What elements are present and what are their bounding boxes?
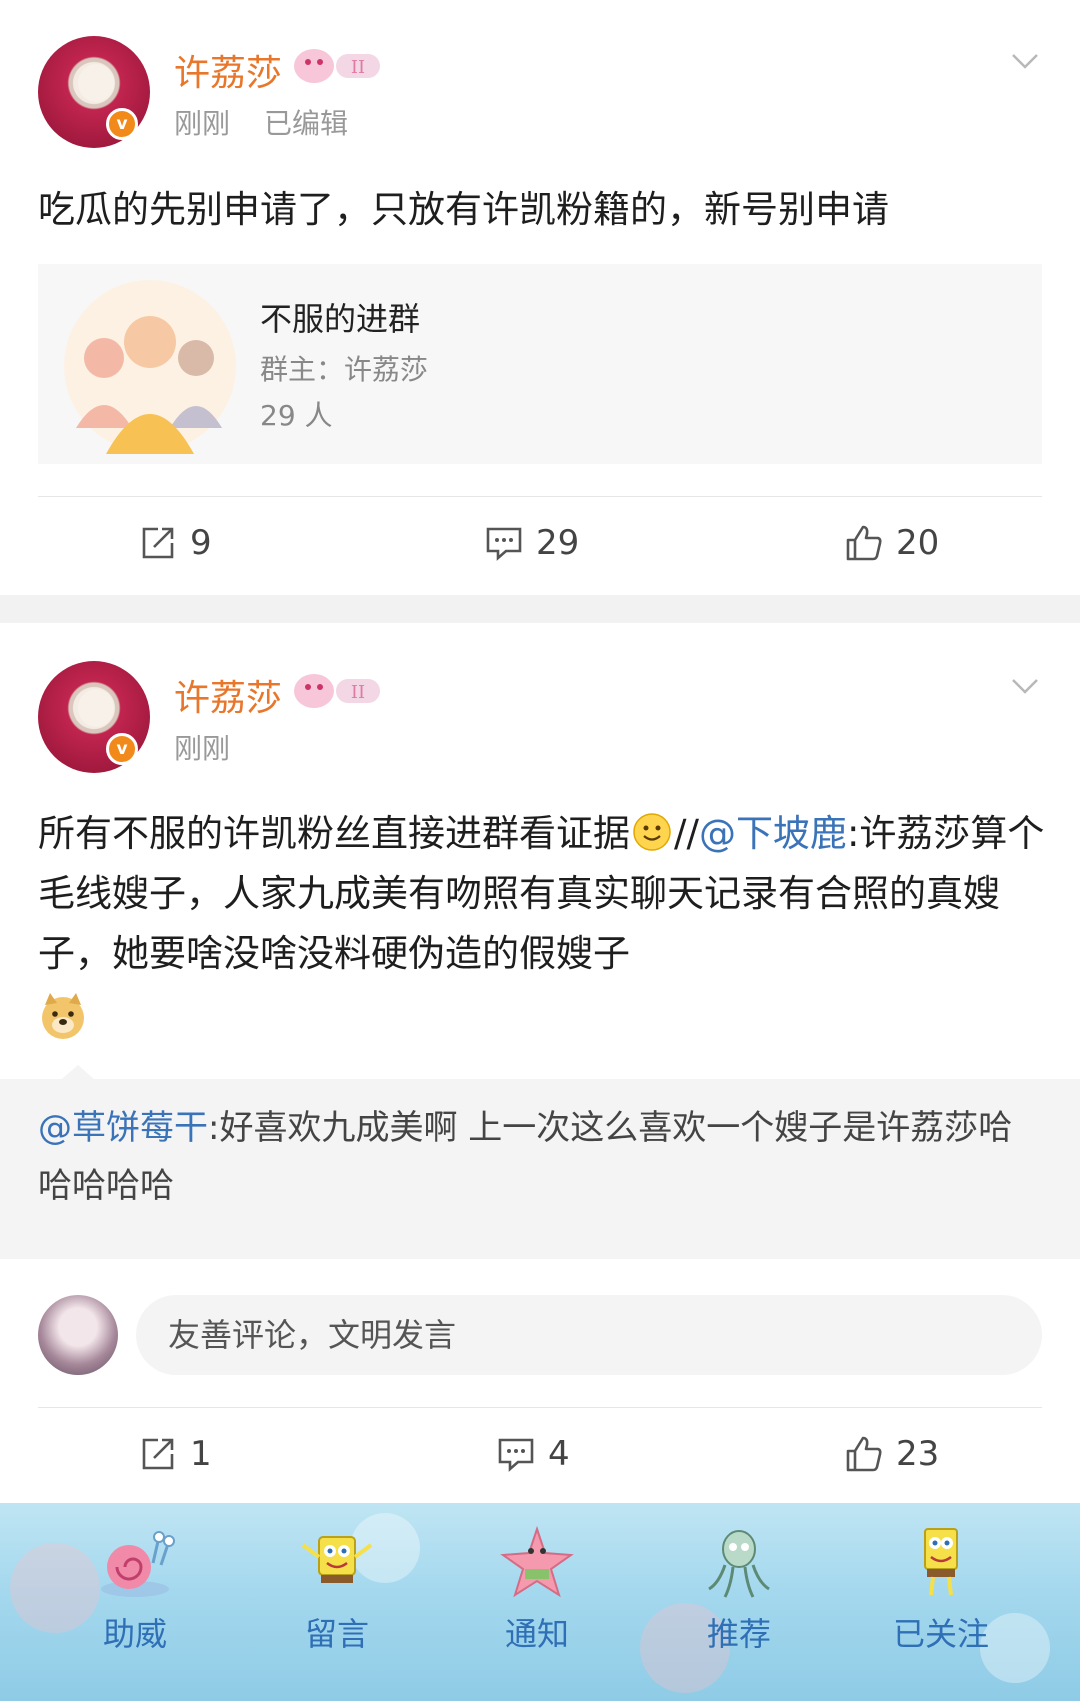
starfish-icon xyxy=(500,1525,574,1598)
post-time: 刚刚 xyxy=(174,107,231,140)
comment-count: 4 xyxy=(548,1434,570,1474)
verified-badge-icon: v xyxy=(106,108,138,140)
like-button[interactable]: 23 xyxy=(844,1429,939,1479)
repost-prefix: // xyxy=(674,812,699,855)
squid-icon xyxy=(708,1530,770,1598)
tab-label: 推荐 xyxy=(706,1615,771,1653)
group-people-icon xyxy=(64,280,236,454)
bottom-tab-bar: 助威 留言 通知 推荐 已关注 xyxy=(0,1503,1080,1701)
comment-button[interactable]: 29 xyxy=(484,518,579,568)
tab-notifications[interactable]: 通知 xyxy=(462,1503,612,1701)
divider xyxy=(38,1407,1042,1408)
comment-icon xyxy=(486,527,522,561)
chevron-down-icon[interactable] xyxy=(1010,46,1040,76)
current-user-avatar xyxy=(38,1295,118,1375)
snail-icon xyxy=(101,1531,175,1597)
tab-messages[interactable]: 留言 xyxy=(262,1503,412,1701)
svg-text:II: II xyxy=(351,682,365,703)
post-separator xyxy=(0,595,1080,623)
sponge-standing-icon xyxy=(924,1528,958,1596)
tab-label: 助威 xyxy=(102,1615,167,1653)
repost-button[interactable]: 1 xyxy=(138,1429,212,1479)
post-card-2: v 许荔莎 II 刚刚 所有不服的许凯粉丝直接进群看证据 //@下坡鹿:许荔莎算… xyxy=(0,623,1080,1503)
group-card[interactable]: 不服的进群 群主：许荔莎 29 人 xyxy=(38,264,1042,464)
post-text: 吃瓜的先别申请了，只放有许凯粉籍的，新号别申请 xyxy=(38,188,889,231)
like-count: 23 xyxy=(896,1434,940,1474)
repost-count: 9 xyxy=(190,523,212,563)
quoted-comment[interactable]: @草饼莓干:好喜欢九成美啊 上一次这么喜欢一个嫂子是许荔莎哈哈哈哈哈 xyxy=(0,1079,1080,1259)
comment-button[interactable]: 4 xyxy=(496,1429,570,1479)
group-name: 不服的进群 xyxy=(260,300,421,338)
member-medal-icon: II xyxy=(294,674,380,708)
chevron-down-icon[interactable] xyxy=(1010,671,1040,701)
group-owner: 群主：许荔莎 xyxy=(260,353,429,386)
like-count: 20 xyxy=(896,523,940,563)
post-text-main: 所有不服的许凯粉丝直接进群看证据 xyxy=(38,812,630,855)
thumbs-up-icon xyxy=(846,1436,882,1472)
group-member-count: 29 人 xyxy=(260,399,333,432)
tab-recommend[interactable]: 推荐 xyxy=(664,1503,814,1701)
verified-badge-icon: v xyxy=(106,733,138,765)
repost-icon xyxy=(142,1438,174,1470)
username[interactable]: 许荔莎 xyxy=(174,669,282,721)
edited-label: 已编辑 xyxy=(264,107,349,140)
like-button[interactable]: 20 xyxy=(844,518,939,568)
post-text: 所有不服的许凯粉丝直接进群看证据 //@下坡鹿:许荔莎算个毛线嫂子，人家九成美有… xyxy=(38,804,1048,1044)
thumbs-up-icon xyxy=(846,525,882,561)
svg-text:II: II xyxy=(351,57,365,78)
repost-count: 1 xyxy=(190,1434,212,1474)
quote-mention-link[interactable]: @草饼莓干 xyxy=(38,1108,208,1148)
tab-label: 已关注 xyxy=(892,1615,989,1653)
username[interactable]: 许荔莎 xyxy=(174,44,282,96)
comment-count: 29 xyxy=(536,523,580,563)
tab-following[interactable]: 已关注 xyxy=(866,1503,1016,1701)
comment-icon xyxy=(498,1438,534,1472)
quote-pointer xyxy=(62,1065,94,1079)
divider xyxy=(38,496,1042,497)
doge-emoji-icon xyxy=(42,992,84,1039)
repost-icon xyxy=(142,527,174,559)
sponge-icon xyxy=(301,1536,373,1583)
comment-input[interactable]: 友善评论，文明发言 xyxy=(136,1295,1042,1375)
tab-label: 留言 xyxy=(304,1615,369,1653)
mention-link[interactable]: @下坡鹿 xyxy=(699,812,847,855)
repost-button[interactable]: 9 xyxy=(138,518,212,568)
post-card-1: v 许荔莎 II 刚刚 已编辑 吃瓜的先别申请了，只放有许凯粉籍的，新号别申请 … xyxy=(0,0,1080,595)
tab-support[interactable]: 助威 xyxy=(60,1503,210,1701)
smile-emoji-icon xyxy=(633,813,671,851)
tab-label: 通知 xyxy=(504,1615,569,1653)
member-medal-icon: II xyxy=(294,49,380,83)
post-time: 刚刚 xyxy=(174,732,231,765)
